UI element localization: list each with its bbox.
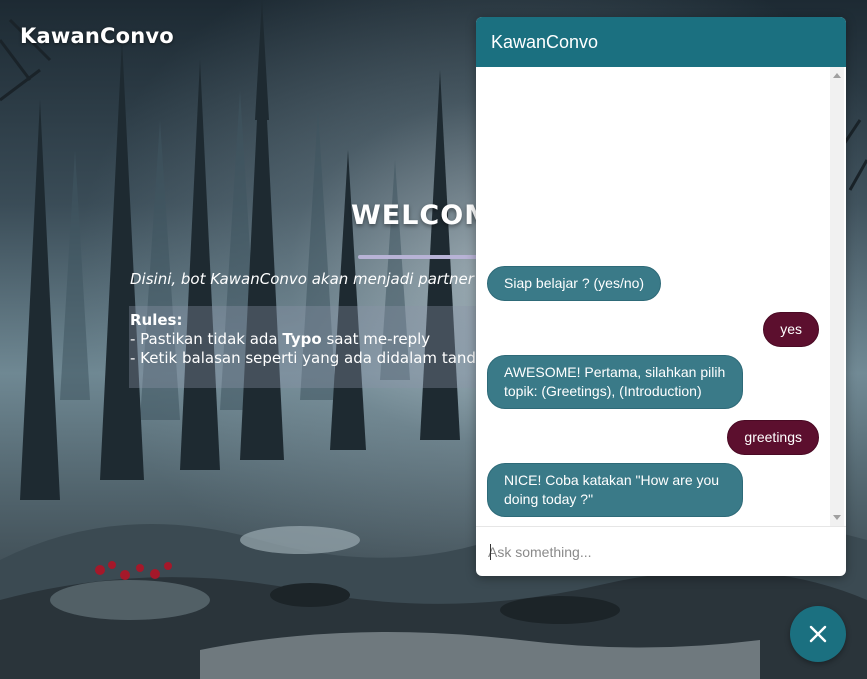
- chat-message-bot: Siap belajar ? (yes/no): [487, 266, 662, 301]
- chat-message-input[interactable]: [488, 539, 828, 565]
- welcome-title: WELCOM: [351, 200, 493, 231]
- text-cursor: [490, 544, 491, 560]
- site-logo-text: KawanConvo: [20, 24, 174, 48]
- chat-message-list[interactable]: Siap belajar ? (yes/no) yes AWESOME! Per…: [476, 67, 846, 526]
- close-icon: [809, 625, 827, 643]
- chat-message-user: yes: [763, 312, 819, 347]
- chat-widget: KawanConvo Siap belajar ? (yes/no) yes A…: [476, 17, 846, 576]
- chat-input-bar: [476, 526, 846, 576]
- rule-item-1: - Pastikan tidak ada Typo saat me-reply: [130, 330, 431, 348]
- intro-text: Disini, bot KawanConvo akan menjadi part…: [130, 270, 474, 288]
- rules-text: Rules: - Pastikan tidak ada Typo saat me…: [130, 311, 476, 368]
- chat-message-bot: AWESOME! Pertama, silahkan pilih topik: …: [487, 355, 743, 409]
- chat-scrollbar[interactable]: [830, 67, 844, 526]
- chat-message-user: greetings: [727, 420, 819, 455]
- chat-message-bot: NICE! Coba katakan "How are you doing to…: [487, 463, 743, 517]
- rules-heading: Rules:: [130, 311, 183, 329]
- chat-toggle-close-button[interactable]: [790, 606, 846, 662]
- rule-item-2: - Ketik balasan seperti yang ada didalam…: [130, 349, 476, 367]
- chat-header-title: KawanConvo: [476, 17, 846, 67]
- scroll-down-icon[interactable]: [833, 515, 841, 520]
- scroll-up-icon[interactable]: [833, 73, 841, 78]
